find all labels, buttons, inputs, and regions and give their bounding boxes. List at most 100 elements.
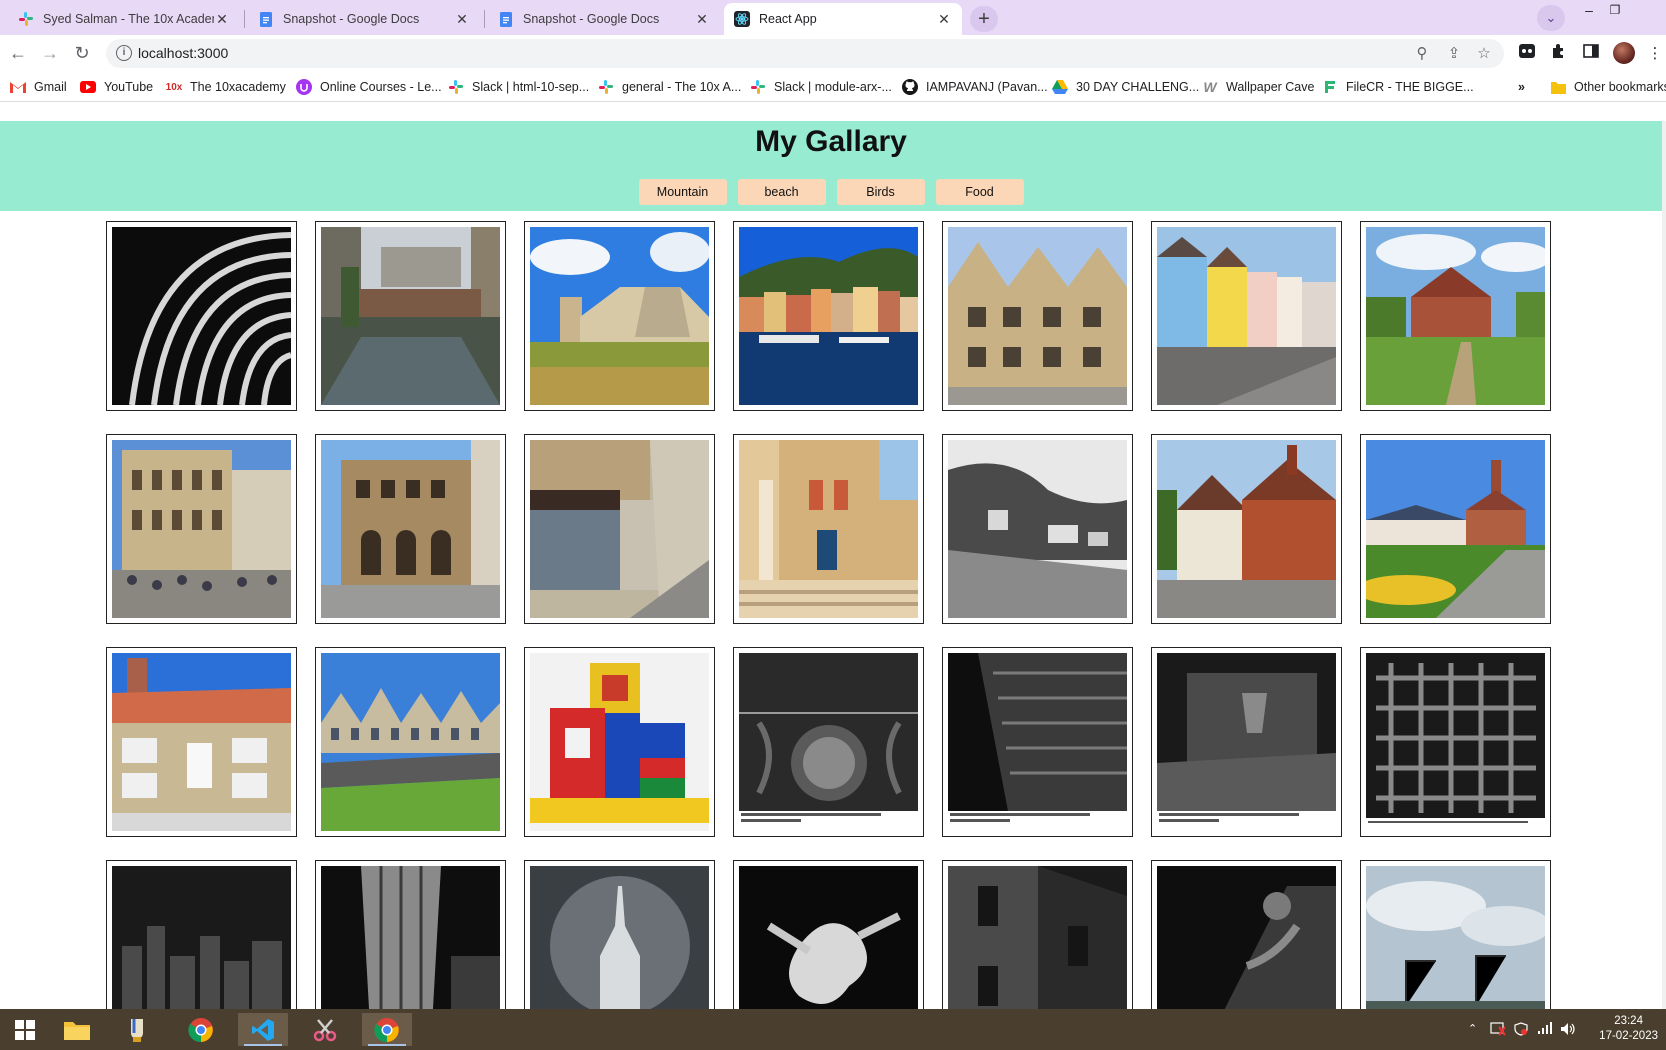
gallery-image-bronze-statue-fountain[interactable] — [733, 860, 924, 1009]
slack-icon — [750, 79, 766, 95]
file-explorer-icon[interactable] — [52, 1013, 102, 1046]
bookmark-slack-html[interactable]: Slack | html-10-sep... — [448, 77, 589, 97]
close-icon[interactable]: ✕ — [936, 11, 952, 28]
gallery-image-red-brick-cottage-on-green[interactable] — [1360, 221, 1551, 411]
volume-icon[interactable] — [1560, 1022, 1576, 1039]
ornate-stone-facade-street-photo — [321, 440, 500, 618]
bookmark-label: Slack | module-arx-... — [774, 80, 892, 94]
gallery-image-brick-cottage-blue-sky[interactable] — [106, 647, 297, 837]
gallery-image-ornate-building-with-crowd[interactable] — [106, 434, 297, 624]
side-panel-icon[interactable] — [1580, 43, 1602, 65]
gallery-image-harbor-cranes-cloudy-sky[interactable] — [1360, 860, 1551, 1009]
folder-icon — [1550, 79, 1566, 95]
show-hidden-icons-chevron-icon[interactable]: ⌃ — [1468, 1022, 1477, 1035]
windows-taskbar: ⌃ 23:24 17-02-2023 — [0, 1009, 1666, 1050]
address-bar[interactable]: i localhost:3000 ⚲ ⇪ ☆ — [106, 39, 1504, 68]
wifi-signal-icon[interactable] — [1538, 1022, 1552, 1037]
forward-arrow-icon[interactable]: → — [38, 41, 62, 65]
close-icon[interactable]: ✕ — [454, 11, 470, 28]
bookmarks-overflow-button[interactable]: » — [1518, 77, 1525, 97]
bookmark-label: The 10xacademy — [190, 80, 286, 94]
close-icon[interactable]: ✕ — [214, 11, 230, 28]
tab-snapshot-docs-1[interactable]: Snapshot - Google Docs ✕ — [248, 3, 480, 35]
restore-icon[interactable]: ❐ — [1600, 3, 1630, 17]
vscode-icon[interactable] — [238, 1013, 288, 1046]
filter-birds-button[interactable]: Birds — [836, 179, 925, 205]
security-shield-icon[interactable] — [1514, 1022, 1528, 1039]
bookmark-10xacademy[interactable]: 10x The 10xacademy — [166, 77, 286, 97]
tab-syed-salman[interactable]: Syed Salman - The 10x Academy ✕ — [8, 3, 240, 35]
classical-doorway-with-columns-photo — [739, 440, 918, 618]
gallery-image-colorful-harbor-village[interactable] — [733, 221, 924, 411]
gallery-image-pastel-terraced-houses[interactable] — [1151, 221, 1342, 411]
stone-church-in-meadow-photo — [530, 227, 709, 405]
gallery-image-tudor-red-brick-house[interactable] — [1151, 434, 1342, 624]
bookmark-online-courses[interactable]: Online Courses - Le... — [296, 77, 442, 97]
system-clock[interactable]: 23:24 17-02-2023 — [1599, 1014, 1658, 1044]
gallery-image-dark-modern-apartment-block[interactable] — [942, 647, 1133, 837]
gallery-image-dark-grid-gate[interactable] — [1360, 647, 1551, 837]
menu-kebab-icon[interactable]: ⋮ — [1644, 43, 1666, 65]
windows-start-icon[interactable] — [0, 1013, 50, 1046]
tab-snapshot-docs-2[interactable]: Snapshot - Google Docs ✕ — [488, 3, 720, 35]
back-arrow-icon[interactable]: ← — [6, 41, 30, 65]
gallery-image-covered-bridge-over-river[interactable] — [315, 221, 506, 411]
gallery-image-town-square-with-flowerbeds[interactable] — [1360, 434, 1551, 624]
gallery-image-dark-stone-wall-ornament[interactable] — [1151, 647, 1342, 837]
bookmark-youtube[interactable]: YouTube — [80, 77, 153, 97]
gallery-image-lego-brick-house[interactable] — [524, 647, 715, 837]
dark-stone-wall-ornament-photo — [1157, 653, 1336, 831]
page-scrollbar[interactable] — [1662, 121, 1666, 1009]
extension-icon[interactable] — [1516, 43, 1538, 65]
town-square-with-flowerbeds-photo — [1366, 440, 1545, 618]
bookmark-slack-module[interactable]: Slack | module-arx-... — [750, 77, 892, 97]
gallery-image-dark-ornate-bracket[interactable] — [1151, 860, 1342, 1009]
address-url[interactable]: localhost:3000 — [138, 45, 228, 61]
gallery-image-shop-fronts-narrow-street[interactable] — [524, 434, 715, 624]
clock-date: 17-02-2023 — [1599, 1030, 1658, 1042]
google-drive-icon — [1052, 79, 1068, 95]
puzzle-extensions-icon[interactable] — [1548, 43, 1570, 65]
info-icon[interactable]: i — [116, 45, 132, 61]
filter-food-button[interactable]: Food — [935, 179, 1024, 205]
zoom-icon[interactable]: ⚲ — [1412, 44, 1432, 64]
bookmark-filecr[interactable]: FileCR - THE BIGGE... — [1322, 77, 1474, 97]
chrome-icon[interactable] — [176, 1013, 226, 1046]
gallery-image-chrysler-building-night[interactable] — [524, 860, 715, 1009]
bookmark-gmail[interactable]: Gmail — [10, 77, 67, 97]
gallery-image-black-white-curved-balconies[interactable] — [106, 221, 297, 411]
gallery-image-stone-manor-house[interactable] — [942, 221, 1133, 411]
profile-avatar[interactable] — [1613, 42, 1635, 64]
tab-react-app[interactable]: React App ✕ — [724, 3, 962, 35]
github-icon — [902, 79, 918, 95]
new-tab-button[interactable]: + — [970, 6, 998, 32]
tab-search-button[interactable]: ⌄ — [1537, 5, 1565, 31]
bookmark-star-icon[interactable]: ☆ — [1474, 44, 1494, 64]
filecr-icon — [1322, 79, 1338, 95]
gallery-image-dark-art-deco-tower[interactable] — [315, 860, 506, 1009]
gallery-image-dark-stone-building-corner[interactable] — [942, 860, 1133, 1009]
other-bookmarks-folder[interactable]: Other bookmarks — [1550, 77, 1666, 97]
share-icon[interactable]: ⇪ — [1444, 44, 1464, 64]
network-warning-icon[interactable] — [1490, 1022, 1506, 1039]
gallery-image-classical-doorway-with-columns[interactable] — [733, 434, 924, 624]
gallery-image-ornate-stone-facade-street[interactable] — [315, 434, 506, 624]
bookmark-github[interactable]: IAMPAVANJ (Pavan... — [902, 77, 1048, 97]
lego-brick-house-photo — [530, 653, 709, 831]
reload-icon[interactable]: ↻ — [70, 41, 94, 65]
gallery-image-grayscale-hillside-village[interactable] — [942, 434, 1133, 624]
gallery-image-stone-church-in-meadow[interactable] — [524, 221, 715, 411]
10x-icon: 10x — [165, 81, 183, 93]
filter-beach-button[interactable]: beach — [737, 179, 826, 205]
gallery-image-victorian-hotel-seafront[interactable] — [315, 647, 506, 837]
gallery-image-dark-city-skyline[interactable] — [106, 860, 297, 1009]
bookmark-wallpaper-cave[interactable]: W Wallpaper Cave — [1202, 77, 1314, 97]
bookmark-slack-general[interactable]: general - The 10x A... — [598, 77, 741, 97]
close-icon[interactable]: ✕ — [694, 11, 710, 28]
bookmark-google-drive[interactable]: 30 DAY CHALLENG... — [1052, 77, 1199, 97]
paint-icon[interactable] — [112, 1013, 162, 1046]
gallery-image-grayscale-carved-relief[interactable] — [733, 647, 924, 837]
filter-mountain-button[interactable]: Mountain — [638, 179, 727, 205]
chrome-icon[interactable] — [362, 1013, 412, 1046]
snipping-tool-icon[interactable] — [300, 1013, 350, 1046]
